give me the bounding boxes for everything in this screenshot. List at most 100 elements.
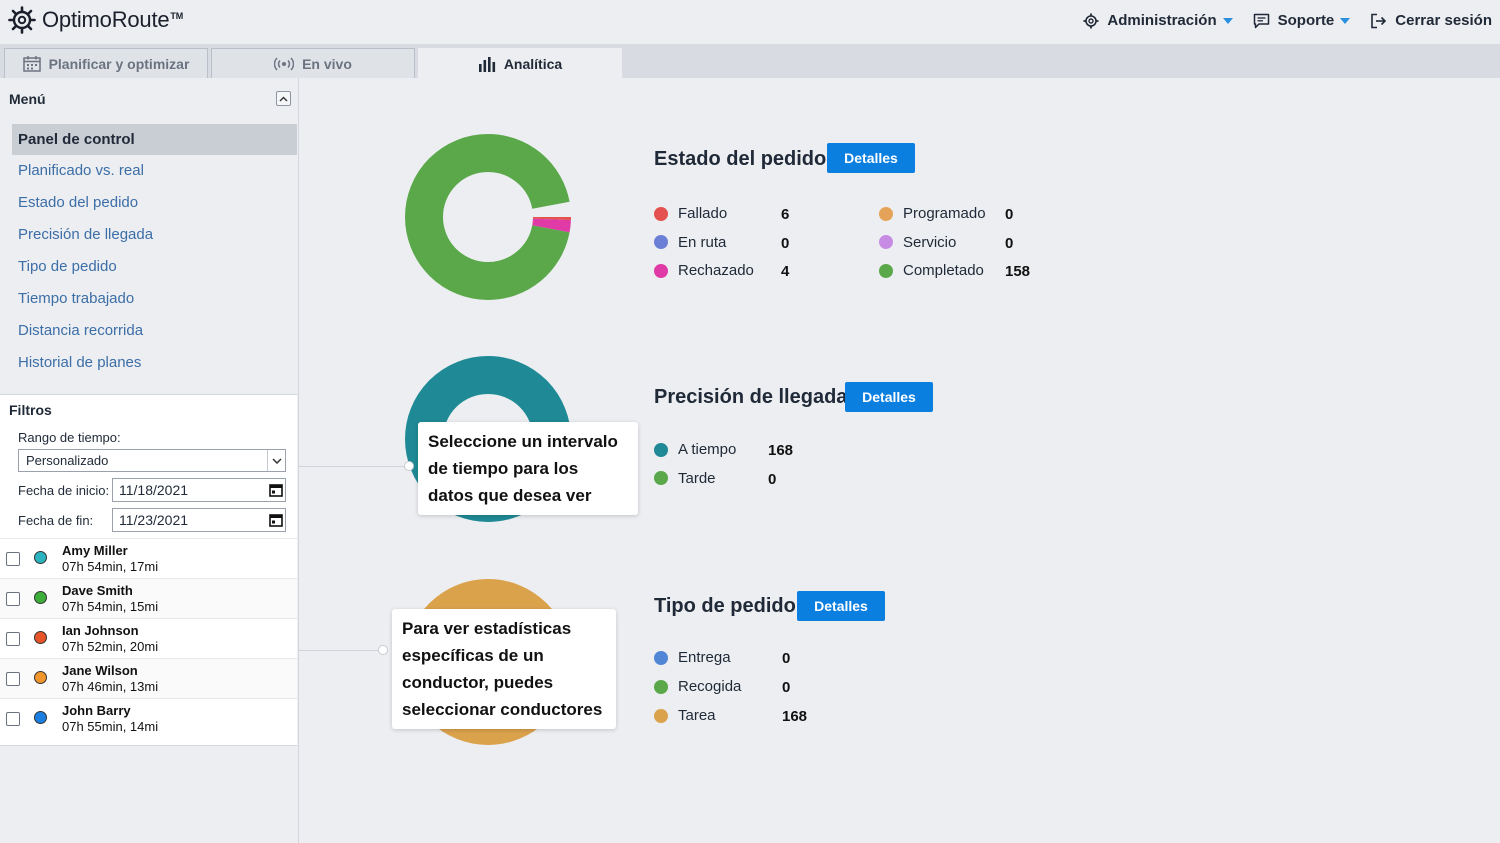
legend-label: Completado xyxy=(903,262,984,279)
logout-button[interactable]: Cerrar sesión xyxy=(1370,12,1492,29)
sidebar-item-arrival-accuracy[interactable]: Precisión de llegada xyxy=(12,219,297,251)
driver-row-john-barry[interactable]: John Barry 07h 55min, 14mi xyxy=(0,698,297,738)
gear-logo-icon xyxy=(8,6,36,34)
driver-row-ian-johnson[interactable]: Ian Johnson 07h 52min, 20mi xyxy=(0,618,297,658)
legend-item: Tarea xyxy=(654,707,716,724)
legend-color-dot xyxy=(654,650,668,665)
time-range-label: Rango de tiempo: xyxy=(18,430,121,445)
sidebar-item-dashboard[interactable]: Panel de control xyxy=(12,124,297,155)
legend-label: Tarea xyxy=(678,707,716,724)
legend-label: A tiempo xyxy=(678,441,737,458)
driver-row-amy-miller[interactable]: Amy Miller 07h 54min, 17mi xyxy=(0,538,297,578)
driver-checkbox[interactable] xyxy=(6,552,20,566)
driver-checkbox[interactable] xyxy=(6,672,20,686)
tab-label: Planificar y optimizar xyxy=(48,55,190,72)
legend-item: Rechazado xyxy=(654,262,754,279)
sidebar-menu: Panel de control Planificado vs. real Es… xyxy=(12,124,297,379)
legend-item: En ruta xyxy=(654,234,726,251)
order-status-title: Estado del pedido xyxy=(654,148,827,170)
legend-item: A tiempo xyxy=(654,441,736,458)
top-bar: OptimoRouteTM Administración Soporte Cer… xyxy=(0,0,1500,44)
driver-color-dot xyxy=(34,551,47,564)
analytics-dashboard: Estado del pedido Detalles Fallado 6 En ru… xyxy=(299,78,1500,843)
drivers-tooltip: Para ver estadísticas específicas de un … xyxy=(392,609,616,729)
time-range-select[interactable]: Personalizado xyxy=(18,449,286,472)
legend-item: Completado xyxy=(879,262,984,279)
driver-row-jane-wilson[interactable]: Jane Wilson 07h 46min, 13mi xyxy=(0,658,297,698)
sidebar-item-planned-vs-actual[interactable]: Planificado vs. real xyxy=(12,155,297,187)
start-date-field[interactable]: 11/18/2021 xyxy=(112,478,286,502)
logout-icon xyxy=(1371,13,1387,28)
driver-row-dave-smith[interactable]: Dave Smith 07h 54min, 15mi xyxy=(0,578,297,618)
arrival-accuracy-details-button[interactable]: Detalles xyxy=(845,382,933,412)
top-nav: Administración Soporte Cerrar sesión xyxy=(1083,12,1492,29)
legend-value: 0 xyxy=(782,679,791,696)
sidebar-item-order-type[interactable]: Tipo de pedido xyxy=(12,251,297,283)
legend-color-dot xyxy=(654,471,668,485)
calendar-icon[interactable] xyxy=(269,513,283,527)
tab-label: Analítica xyxy=(503,55,563,72)
end-date-field[interactable]: 11/23/2021 xyxy=(112,508,286,532)
tab-analytics[interactable]: Analítica xyxy=(418,48,622,78)
tab-plan-optimize[interactable]: Planificar y optimizar xyxy=(4,48,208,78)
legend-color-dot xyxy=(654,206,668,221)
support-menu[interactable]: Soporte xyxy=(1253,12,1351,29)
driver-color-dot xyxy=(34,671,47,684)
main-tabs: Planificar y optimizar En vivo Analítica xyxy=(0,44,1500,78)
optimoroute-logo[interactable]: OptimoRouteTM xyxy=(8,6,183,34)
legend-item: Tarde xyxy=(654,470,716,487)
driver-name: Amy Miller xyxy=(62,543,128,558)
start-date-label: Fecha de inicio: xyxy=(18,483,110,498)
admin-label: Administración xyxy=(1107,12,1217,29)
start-date-value: 11/18/2021 xyxy=(119,482,189,498)
legend-value: 4 xyxy=(781,263,790,280)
legend-color-dot xyxy=(879,206,893,221)
legend-label: Rechazado xyxy=(678,262,754,279)
legend-color-dot xyxy=(654,263,668,278)
driver-name: John Barry xyxy=(62,703,131,718)
sidebar-item-order-status[interactable]: Estado del pedido xyxy=(12,187,297,219)
chevron-down-icon xyxy=(1222,17,1233,24)
legend-label: En ruta xyxy=(678,233,727,251)
driver-checkbox[interactable] xyxy=(6,632,20,646)
driver-name: Ian Johnson xyxy=(62,623,139,638)
driver-name: Dave Smith xyxy=(62,583,133,598)
filters-title: Filtros xyxy=(9,402,52,418)
admin-menu[interactable]: Administración xyxy=(1083,12,1233,29)
legend-item: Programado xyxy=(879,205,986,222)
order-status-details-button[interactable]: Detalles xyxy=(827,143,915,173)
arrival-accuracy-title: Precisión de llegada xyxy=(654,386,848,408)
driver-stats: 07h 54min, 15mi xyxy=(62,599,159,614)
legend-label: Servicio xyxy=(903,233,957,251)
legend-color-dot xyxy=(879,235,893,249)
chevron-up-icon xyxy=(279,96,288,101)
live-broadcast-icon xyxy=(274,56,295,71)
driver-color-dot xyxy=(34,631,47,644)
driver-stats: 07h 46min, 13mi xyxy=(62,679,159,694)
legend-label: Fallado xyxy=(678,205,728,222)
calendar-icon[interactable] xyxy=(269,483,283,497)
legend-item: Recogida xyxy=(654,678,741,695)
driver-checkbox[interactable] xyxy=(6,592,20,606)
legend-value: 6 xyxy=(781,206,790,223)
sidebar-item-distance[interactable]: Distancia recorrida xyxy=(12,315,297,347)
driver-checkbox[interactable] xyxy=(6,712,20,726)
driver-stats: 07h 54min, 17mi xyxy=(62,559,159,574)
collapse-menu-button[interactable] xyxy=(276,91,291,106)
legend-value: 158 xyxy=(1005,263,1031,280)
logout-label: Cerrar sesión xyxy=(1395,12,1492,29)
tab-live[interactable]: En vivo xyxy=(211,48,415,78)
sidebar-item-time-worked[interactable]: Tiempo trabajado xyxy=(12,283,297,315)
chat-bubble-icon xyxy=(1253,13,1269,28)
bar-chart-icon xyxy=(478,56,495,72)
driver-color-dot xyxy=(34,711,47,724)
sidebar-item-plan-history[interactable]: Historial de planes xyxy=(12,347,297,379)
legend-color-dot xyxy=(654,442,668,457)
driver-name: Jane Wilson xyxy=(62,663,138,678)
calendar-icon xyxy=(22,55,41,72)
order-type-details-button[interactable]: Detalles xyxy=(797,591,885,621)
time-range-tooltip: Seleccione un intervalo de tiempo para l… xyxy=(418,422,638,515)
legend-label: Entrega xyxy=(678,649,731,666)
logo-text: OptimoRouteTM xyxy=(42,7,184,32)
tab-label: En vivo xyxy=(302,55,352,72)
